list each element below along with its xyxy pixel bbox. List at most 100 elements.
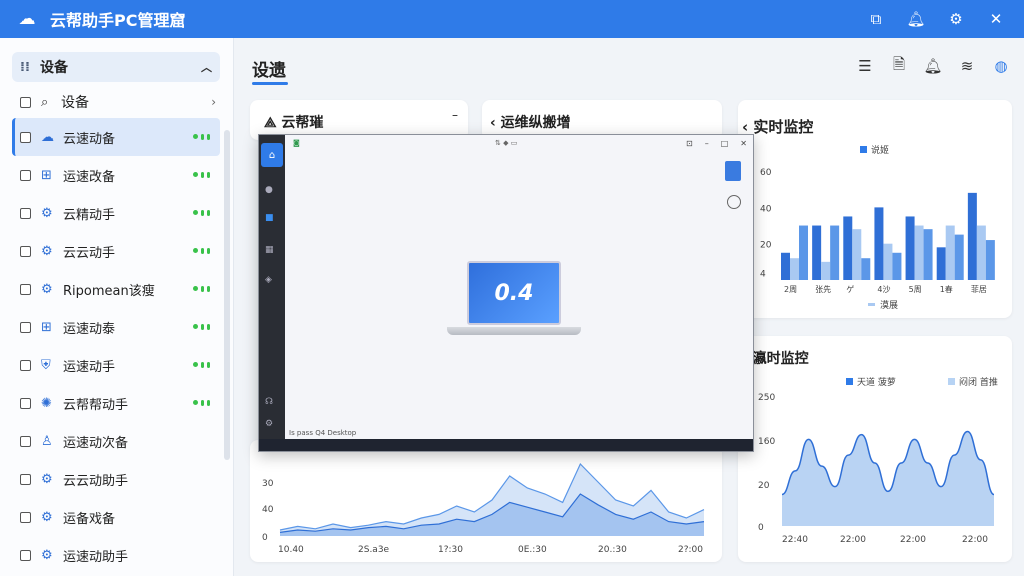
user-icon: ♙ [41,433,53,449]
remote-sidebar: ⌂ ● ■ ▦ ◈ ☊ ⚙ [259,135,285,441]
remote-home-icon[interactable]: ⌂ [261,143,283,167]
bar [936,247,946,280]
sidebar-item-label: 云云动助手 [63,473,129,489]
document-icon[interactable]: 🗎 [888,54,910,78]
item-checkbox[interactable] [20,549,31,561]
sidebar-scrollbar[interactable] [224,130,230,460]
remote-settings-icon[interactable]: ⚙ [265,419,279,429]
sidebar-item[interactable]: ⛨ 运速动手 [12,346,220,384]
item-checkbox[interactable] [20,321,31,333]
item-checkbox[interactable] [20,245,31,257]
bar [905,216,915,280]
chevron-up-icon[interactable]: ︿ [201,59,212,75]
sidebar-item[interactable]: ⚙ 云云动助手 [12,460,220,498]
item-checkbox[interactable] [20,283,31,295]
sidebar-item[interactable]: ⚙ Ripomean该瘦 [12,270,220,308]
legend-label: 闷闭 首推 [959,376,998,388]
x-tick-label: 22:00 [962,535,988,545]
status-dots [193,172,210,178]
item-checkbox[interactable] [20,473,31,485]
gear-icon: ⚙ [41,205,53,221]
sidebar-item[interactable]: ☁ 云速动备 [12,118,220,156]
remote-minimize-icon[interactable]: – [705,139,709,148]
sidebar-item-label: 云帮帮动手 [63,397,129,413]
sidebar-item[interactable]: ✺ 云帮帮动手 [12,384,220,422]
card-a-collapse[interactable]: – [452,108,458,122]
item-checkbox[interactable] [20,169,31,181]
y-tick-label: 40 [760,204,772,214]
remote-pin-icon[interactable]: ⊡ [686,139,693,148]
remote-close-icon[interactable]: ✕ [740,139,747,148]
menu-icon[interactable]: ☰ [854,54,876,78]
x-tick-label: 菲居 [971,284,987,294]
item-checkbox[interactable] [20,359,31,371]
gear-icon[interactable]: ⚙ [936,0,976,38]
realtime-area-card: ‹ 瀛时监控 天道 菠萝闷闭 首推02016025022:4022:0022:0… [738,336,1012,562]
x-tick-label: 张先 [815,284,831,294]
y-tick-label: 20 [758,481,770,491]
y-tick-label: 30 [262,479,274,489]
card-a-title: 云帮璀 [281,115,324,131]
bell-icon[interactable]: 🔔︎ [922,54,944,78]
sidebar-item[interactable]: ⚙ 云云动手 [12,232,220,270]
x-tick-label: 2周 [784,285,797,294]
sidebar-item[interactable]: ⊞ 运速改备 [12,156,220,194]
bar [830,225,840,280]
sidebar-item[interactable]: ♙ 运速动次备 [12,422,220,460]
legend-label: 天道 菠萝 [857,376,896,388]
realtime-bar-card: ‹ 实时监控 4 20 40 60 说姬 2周 张先ゲ 4沙 5周 1春 菲居 漠展 [738,100,1012,318]
bar [945,225,955,280]
remote-gauge-icon[interactable] [727,195,741,209]
bar [985,240,995,280]
y-tick-label: 160 [758,437,775,447]
remote-maximize-icon[interactable]: □ [721,139,729,148]
gear-icon: ⚙ [41,547,53,563]
remote-taskbar[interactable] [259,439,753,451]
chevron-right-icon[interactable]: › [211,95,216,109]
search-label: 设备 [61,95,89,111]
x-tick-label: 20.:30 [598,545,627,555]
sidebar-item-label: 云速动备 [63,131,116,147]
back-chevron-icon[interactable]: ‹ [490,115,501,131]
y-tick-label: 0 [262,533,268,543]
screen-share-icon[interactable]: ⧉ [856,0,896,38]
item-checkbox[interactable] [20,397,31,409]
sidebar-header[interactable]: ⁞⁞ 设备 ︿ [12,52,220,82]
sidebar-item[interactable]: ⚙ 运备戏备 [12,498,220,536]
item-checkbox[interactable] [20,511,31,523]
remote-disk-icon[interactable]: ● [265,185,279,195]
status-dots [193,400,210,406]
close-icon[interactable]: ✕ [976,0,1016,38]
status-dots [193,248,210,254]
bar [954,234,964,280]
globe-icon[interactable]: ◍ [990,54,1012,78]
remote-layers-icon[interactable]: ◈ [265,275,279,285]
sidebar-item[interactable]: ⊞ 运速动泰 [12,308,220,346]
sidebar-item[interactable]: ⚙ 云精动手 [12,194,220,232]
remote-desktop-window[interactable]: ⌂ ● ■ ▦ ◈ ☊ ⚙ ◙ ⇅ ◆ ▭ ⊡ – □ ✕ 0.4 Is pas… [258,134,754,452]
y-tick-label: 250 [758,393,775,403]
windows-icon: ⊞ [41,167,52,183]
select-all-checkbox[interactable] [20,96,31,108]
card-a-icon: ⟁ [264,115,282,131]
bar [923,229,933,280]
remote-device-icon[interactable] [725,161,741,181]
realtime2-title: 瀛时监控 [752,351,809,367]
item-checkbox[interactable] [20,131,31,143]
remote-headset-icon[interactable]: ☊ [265,397,279,407]
sidebar-item[interactable]: ⚙ 运速动助手 [12,536,220,574]
item-checkbox[interactable] [20,435,31,447]
device-list: ☁ 云速动备 ⊞ 运速改备 ⚙ 云精动手 ⚙ 云云动手 ⚙ Ripomean该瘦 ⊞ 运速动泰 ⛨ 运速动… [12,118,220,574]
cloud-logo-icon: ☁ [18,9,36,29]
legend-swatch [860,146,867,153]
remote-app-icon: ◙ [293,139,300,147]
layers-icon[interactable]: ≋ [956,54,978,78]
item-checkbox[interactable] [20,207,31,219]
card-b-title: 运维纵搬增 [500,115,571,131]
x-tick-label: 4沙 [877,285,890,294]
bell-icon[interactable]: 🔔︎ [896,0,936,38]
sidebar-search-row[interactable]: ⌕ 设备 › [12,90,220,114]
sidebar-item-label: 运速动手 [63,359,116,375]
remote-window-icon[interactable]: ■ [265,213,279,223]
remote-grid-icon[interactable]: ▦ [265,245,279,255]
